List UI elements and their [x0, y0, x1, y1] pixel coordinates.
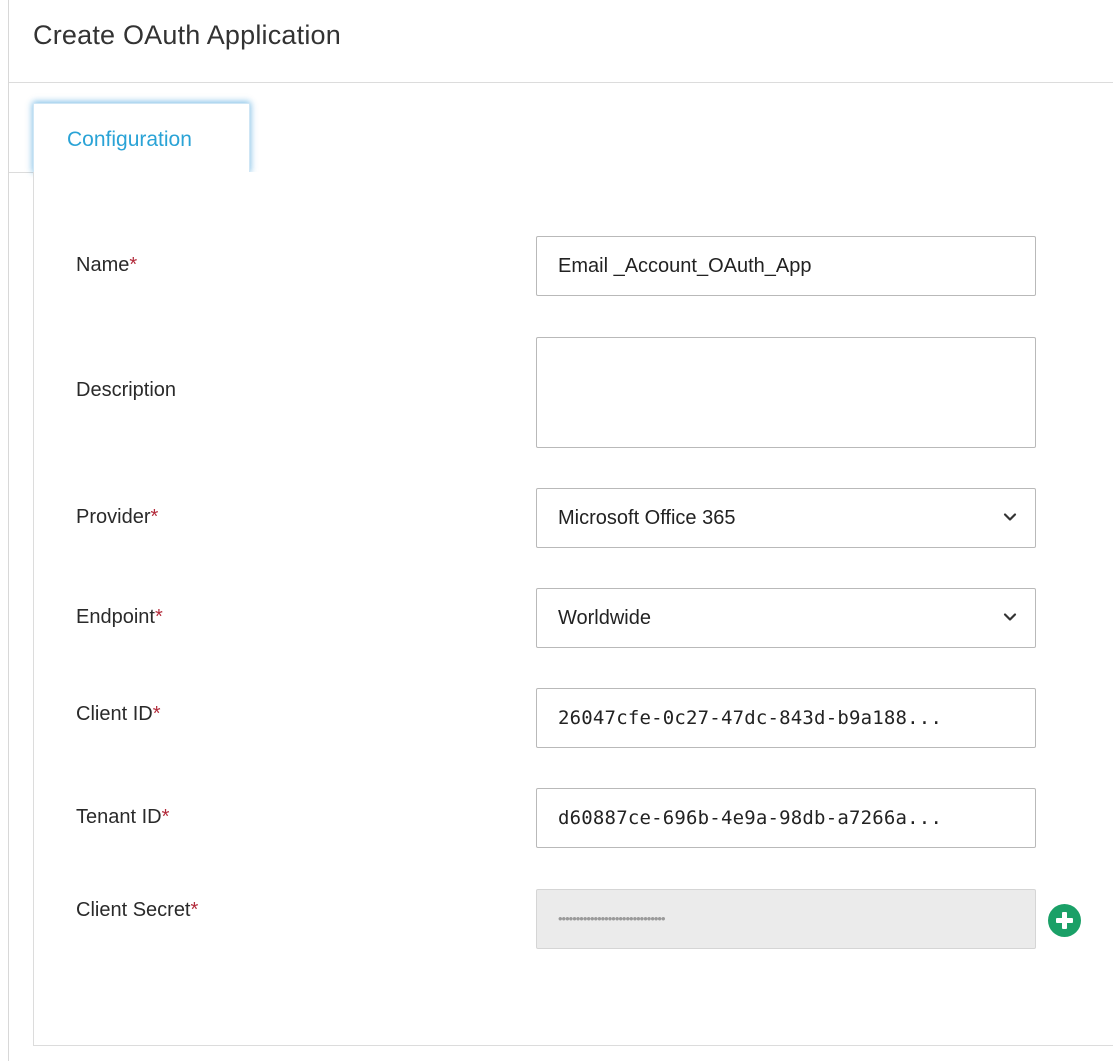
- tab-configuration[interactable]: Configuration: [33, 103, 250, 173]
- tab-configuration-label: Configuration: [67, 128, 192, 151]
- client-secret-label-text: Client Secret: [76, 899, 191, 921]
- required-mark: *: [150, 506, 159, 528]
- tab-strip: Configuration: [9, 83, 1113, 173]
- required-mark: *: [161, 806, 170, 828]
- client-id-input[interactable]: 26047cfe-0c27-47dc-843d-b9a188...: [536, 688, 1036, 748]
- description-textarea[interactable]: [536, 337, 1036, 448]
- required-mark: *: [190, 899, 199, 921]
- tenant-id-label-text: Tenant ID: [76, 806, 162, 828]
- endpoint-select[interactable]: Worldwide: [536, 588, 1036, 648]
- client-id-label-text: Client ID: [76, 703, 153, 725]
- name-label-text: Name: [76, 254, 130, 276]
- client-secret-label: Client Secret*: [76, 899, 198, 922]
- endpoint-label: Endpoint*: [76, 606, 163, 629]
- tenant-id-label: Tenant ID*: [76, 806, 169, 829]
- dialog: Create OAuth Application Configuration N…: [8, 0, 1113, 1061]
- configuration-panel: Name* Email _Account_OAuth_App Descripti…: [33, 172, 1113, 1046]
- endpoint-label-text: Endpoint: [76, 606, 155, 628]
- required-mark: *: [154, 606, 163, 628]
- required-mark: *: [129, 254, 138, 276]
- provider-select[interactable]: Microsoft Office 365: [536, 488, 1036, 548]
- client-id-label: Client ID*: [76, 703, 161, 726]
- chevron-down-icon: [1003, 613, 1017, 621]
- page-title: Create OAuth Application: [33, 20, 341, 50]
- chevron-down-icon: [1003, 513, 1017, 521]
- required-mark: *: [152, 703, 161, 725]
- provider-label: Provider*: [76, 506, 158, 529]
- description-label: Description: [76, 379, 177, 401]
- plus-circle-icon[interactable]: [1048, 904, 1081, 937]
- provider-select-value: Microsoft Office 365: [558, 507, 736, 529]
- name-label: Name*: [76, 254, 137, 277]
- endpoint-select-value: Worldwide: [558, 607, 651, 629]
- client-secret-input: ••••••••••••••••••••••••••••••: [536, 889, 1036, 949]
- dialog-header: Create OAuth Application: [9, 0, 1113, 83]
- provider-label-text: Provider: [76, 506, 151, 528]
- tenant-id-input[interactable]: d60887ce-696b-4e9a-98db-a7266a...: [536, 788, 1036, 848]
- name-input[interactable]: Email _Account_OAuth_App: [536, 236, 1036, 296]
